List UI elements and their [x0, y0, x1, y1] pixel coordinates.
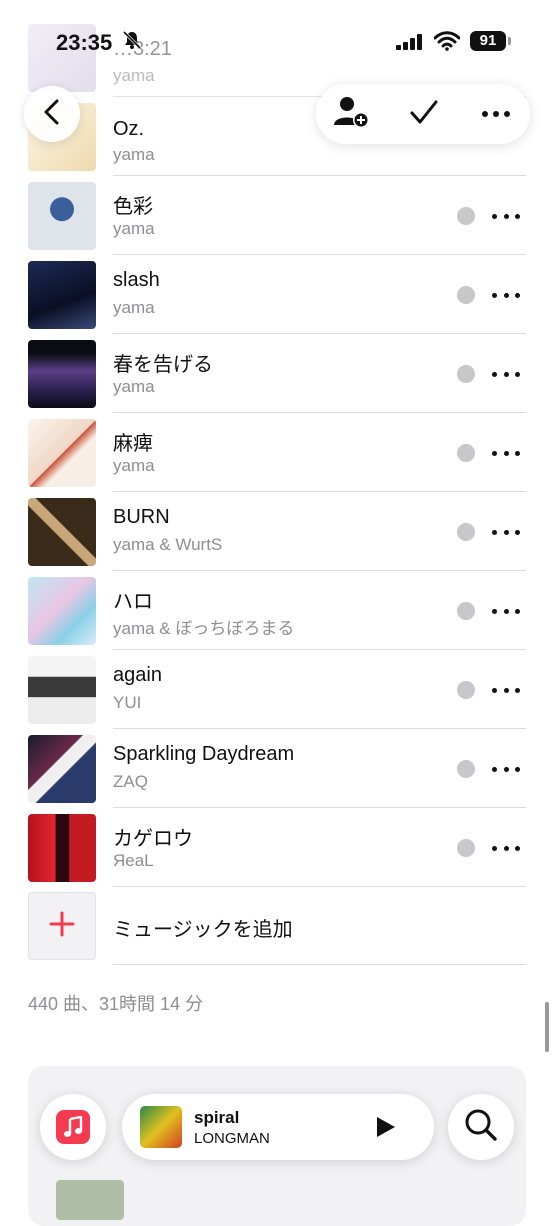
track-more-button[interactable]	[492, 678, 520, 702]
track-title: slash	[113, 269, 160, 291]
track-artwork	[28, 182, 96, 250]
search-button[interactable]	[448, 1094, 514, 1160]
done-button[interactable]	[402, 92, 446, 136]
add-music-row[interactable]: ミュージックを追加	[0, 886, 554, 965]
track-artwork	[28, 261, 96, 329]
track-title: ハロ	[113, 591, 153, 613]
download-icon[interactable]	[457, 523, 475, 541]
plus-icon	[49, 911, 75, 942]
add-music-label: ミュージックを追加	[113, 919, 293, 941]
track-artwork	[28, 577, 96, 645]
track-more-button[interactable]	[492, 204, 520, 228]
track-artwork	[28, 498, 96, 566]
track-row[interactable]: Sparkling Daydream ZAQ	[0, 729, 554, 808]
track-row[interactable]: 麻痺 yama	[0, 413, 554, 492]
download-icon[interactable]	[457, 602, 475, 620]
track-artist: YUI	[113, 693, 142, 712]
track-more-button[interactable]	[492, 599, 520, 623]
more-button[interactable]	[474, 92, 518, 136]
track-title: BURN	[113, 506, 170, 528]
track-more-button[interactable]	[492, 362, 520, 386]
now-playing-artwork	[140, 1106, 182, 1148]
track-row[interactable]: 色彩 yama	[0, 176, 554, 255]
track-artist: yama	[113, 298, 155, 317]
recommendation-thumbnail[interactable]	[56, 1180, 124, 1220]
back-chevron-icon	[42, 99, 62, 130]
back-button[interactable]	[24, 86, 80, 142]
search-icon	[464, 1108, 498, 1147]
track-row[interactable]: again YUI	[0, 650, 554, 729]
track-artwork	[28, 814, 96, 882]
row-separator	[113, 964, 526, 965]
track-title: カゲロウ	[113, 828, 193, 850]
now-playing-title: spiral	[194, 1108, 240, 1127]
track-artist: ZAQ	[113, 772, 148, 791]
download-icon[interactable]	[457, 207, 475, 225]
track-artist: yama & WurtS	[113, 535, 223, 554]
download-icon[interactable]	[457, 681, 475, 699]
track-title: 色彩	[113, 196, 153, 218]
more-icon	[481, 105, 511, 123]
track-artwork	[28, 735, 96, 803]
add-music-tile[interactable]	[28, 892, 96, 960]
checkmark-icon	[409, 99, 439, 130]
track-title: Sparkling Daydream	[113, 743, 295, 765]
download-icon[interactable]	[457, 444, 475, 462]
track-title: 麻痺	[113, 433, 153, 455]
track-row[interactable]: BURN yama & WurtS	[0, 492, 554, 571]
music-app-button[interactable]	[40, 1094, 106, 1160]
download-icon[interactable]	[457, 760, 475, 778]
playlist-summary: 440 曲、31時間 14 分	[28, 994, 204, 1014]
download-icon[interactable]	[457, 365, 475, 383]
add-collaborator-button[interactable]	[330, 92, 374, 136]
status-time: 23:35	[56, 30, 113, 55]
track-more-button[interactable]	[492, 757, 520, 781]
track-row[interactable]: slash yama	[0, 255, 554, 334]
music-app-icon	[56, 1110, 90, 1144]
download-icon[interactable]	[457, 839, 475, 857]
battery-tip	[508, 37, 511, 45]
partial-row-artist: yama	[113, 145, 155, 164]
track-artist: yama	[113, 219, 155, 238]
wifi-icon	[433, 31, 461, 56]
track-title: 春を告げる	[113, 354, 213, 376]
battery-level: 91	[470, 31, 506, 51]
status-bar: 23:35 91	[0, 0, 554, 82]
play-icon[interactable]	[372, 1114, 398, 1140]
track-row[interactable]: カゲロウ ЯeaL	[0, 808, 554, 887]
cellular-signal-icon	[396, 34, 424, 55]
add-person-icon	[334, 95, 370, 134]
track-row[interactable]: ハロ yama & ぼっちぼろまる	[0, 571, 554, 650]
track-title: again	[113, 664, 162, 686]
track-more-button[interactable]	[492, 520, 520, 544]
track-artist: ЯeaL	[113, 851, 154, 870]
now-playing-artist: LONGMAN	[194, 1130, 270, 1147]
bell-slash-icon	[122, 30, 142, 55]
track-more-button[interactable]	[492, 836, 520, 860]
track-artist: yama	[113, 377, 155, 396]
mini-player[interactable]: spiral LONGMAN	[122, 1094, 434, 1160]
scrollbar[interactable]	[545, 1002, 549, 1052]
track-artist: yama & ぼっちぼろまる	[113, 619, 295, 638]
partial-row-title: Oz.	[113, 118, 145, 140]
track-artwork	[28, 340, 96, 408]
track-more-button[interactable]	[492, 441, 520, 465]
track-more-button[interactable]	[492, 283, 520, 307]
header-actions	[316, 84, 530, 144]
track-artist: yama	[113, 456, 155, 475]
track-artwork	[28, 419, 96, 487]
download-icon[interactable]	[457, 286, 475, 304]
track-row[interactable]: 春を告げる yama	[0, 334, 554, 413]
track-artwork	[28, 656, 96, 724]
